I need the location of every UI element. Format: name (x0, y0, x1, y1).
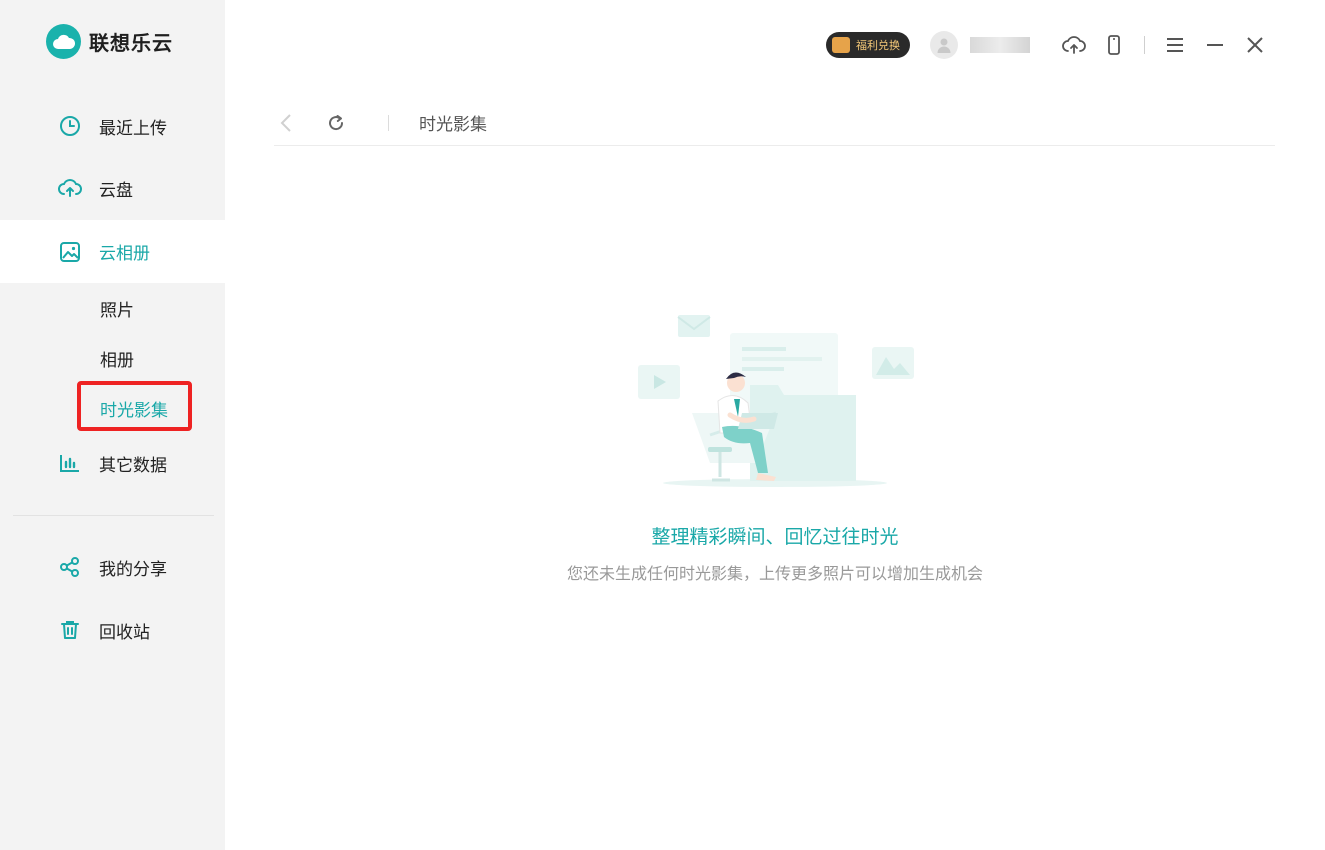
sidebar-item-label: 最近上传 (99, 118, 167, 139)
close-icon[interactable] (1243, 33, 1267, 57)
sidebar-item-recent-uploads[interactable]: 最近上传 (0, 95, 225, 157)
clock-icon (58, 114, 82, 138)
username-blurred[interactable] (970, 37, 1030, 53)
app-window: 联想乐云 最近上传 云盘 云相册 照片 相册 时光影集 其它数据 我的分享 回收… (0, 0, 1325, 850)
minimize-icon[interactable] (1203, 33, 1227, 57)
highlight-annotation-box (77, 381, 192, 431)
sidebar-item-cloud-album[interactable]: 云相册 (0, 220, 225, 283)
trash-icon (58, 618, 82, 642)
cloud-upload-icon (58, 176, 82, 200)
sidebar-divider (13, 515, 214, 516)
sidebar: 联想乐云 最近上传 云盘 云相册 照片 相册 时光影集 其它数据 我的分享 回收… (0, 0, 225, 850)
sidebar-item-label: 云盘 (99, 180, 133, 201)
phone-icon[interactable] (1102, 33, 1126, 57)
menu-icon[interactable] (1163, 33, 1187, 57)
empty-state-title: 整理精彩瞬间、回忆过往时光 (651, 526, 899, 548)
refresh-button[interactable] (324, 111, 348, 135)
toolbar-separator (1144, 36, 1145, 54)
gift-box-icon (832, 37, 850, 53)
sidebar-item-cloud-drive[interactable]: 云盘 (0, 157, 225, 219)
empty-state-subtitle: 您还未生成任何时光影集，上传更多照片可以增加生成机会 (566, 564, 983, 583)
sidebar-item-label: 回收站 (99, 622, 150, 643)
sidebar-item-label: 云相册 (99, 244, 150, 264)
cloud-logo-icon (46, 24, 81, 59)
app-name: 联想乐云 (89, 31, 173, 55)
breadcrumb: 时光影集 (274, 100, 1275, 146)
refresh-icon (329, 114, 344, 130)
chevron-left-icon (280, 113, 291, 132)
app-logo: 联想乐云 (46, 24, 173, 59)
back-button[interactable] (274, 111, 298, 135)
sidebar-item-label: 其它数据 (99, 455, 167, 476)
breadcrumb-separator (388, 114, 389, 131)
sidebar-item-recycle-bin[interactable]: 回收站 (0, 599, 225, 661)
bar-chart-icon (58, 451, 82, 475)
sidebar-item-other-data[interactable]: 其它数据 (0, 432, 225, 494)
rewards-exchange-button[interactable]: 福利兑换 (826, 32, 910, 58)
title-bar-controls: 福利兑换 (826, 30, 1275, 60)
cloud-upload-icon[interactable] (1062, 33, 1086, 57)
breadcrumb-current: 时光影集 (419, 115, 487, 135)
sidebar-subitem-photos[interactable]: 照片 (100, 296, 134, 321)
rewards-label: 福利兑换 (856, 39, 900, 52)
user-avatar-icon[interactable] (930, 31, 958, 59)
empty-state-illustration (630, 305, 920, 495)
sidebar-subitem-albums[interactable]: 相册 (100, 346, 134, 371)
image-icon (58, 240, 82, 264)
